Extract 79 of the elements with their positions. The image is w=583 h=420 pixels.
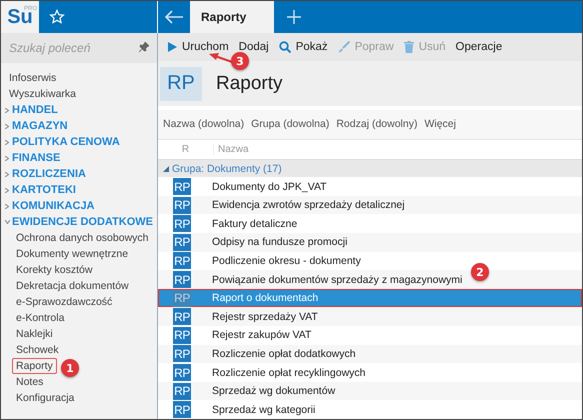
table-cell: Sprzedaż wg dokumentów: [212, 385, 336, 398]
report-icon: RP: [173, 345, 191, 362]
table-row[interactable]: RP Odpisy na fundusze promocji: [158, 233, 582, 252]
star-icon[interactable]: [49, 9, 65, 25]
sidebar-item[interactable]: e-Kontrola: [12, 310, 68, 326]
table-row[interactable]: RP Ewidencja zwrotów sprzedaży detalicznej: [158, 196, 582, 214]
sidebar-item[interactable]: Korekty kosztów: [12, 262, 96, 278]
report-icon: RP: [173, 290, 191, 307]
group-label: Grupa: Dokumenty (17): [172, 162, 282, 175]
table-cell: Odpisy na fundusze promocji: [212, 236, 348, 248]
caret-right-icon[interactable]: [5, 156, 9, 160]
sidebar-item[interactable]: Notes: [12, 374, 48, 390]
sidebar-item[interactable]: e-Sprawozdawczość: [12, 294, 116, 310]
table-row[interactable]: RP Rejestr zakupów VAT: [158, 326, 582, 345]
table-row[interactable]: RP Rejestr sprzedaży VAT: [158, 307, 582, 326]
table-row[interactable]: RP Rozliczenie opłat dodatkowych: [158, 344, 582, 364]
table-cell: Sprzedaż wg kategorii: [212, 404, 316, 416]
caret-right-icon[interactable]: [5, 124, 9, 128]
sidebar-item[interactable]: Naklejki: [12, 326, 57, 342]
table-row[interactable]: RP Rozliczenie opłat recyklingowych: [158, 363, 582, 382]
filter-button[interactable]: Więcej: [424, 118, 456, 130]
report-icon: RP: [173, 178, 191, 196]
report-badge: RP: [160, 66, 202, 101]
table-cell: Rozliczenie opłat dodatkowych: [212, 348, 356, 360]
plus-icon[interactable]: [287, 10, 302, 24]
sidebar-item[interactable]: Schowek: [12, 342, 63, 358]
table-cell: Faktury detaliczne: [212, 218, 298, 230]
table-cell: Rejestr sprzedaży VAT: [212, 310, 318, 323]
table-cell: Podliczenie okresu - dokumenty: [212, 254, 361, 267]
report-icon: RP: [173, 271, 191, 288]
search-input[interactable]: Szukaj poleceń: [9, 41, 139, 55]
report-icon: RP: [173, 252, 191, 270]
table-row[interactable]: RP Faktury detaliczne: [158, 214, 582, 234]
sidebar-item[interactable]: Dekretacja dokumentów: [12, 278, 133, 294]
caret-right-icon[interactable]: [5, 172, 9, 176]
report-icon: RP: [173, 196, 191, 214]
table-row[interactable]: RP Sprzedaż wg kategorii: [158, 400, 582, 419]
toolbar-button[interactable]: Operacje: [452, 39, 506, 56]
report-icon: RP: [173, 308, 191, 326]
sidebar-item[interactable]: Wyszukiwarka: [5, 86, 80, 102]
caret-down-icon[interactable]: [163, 166, 169, 172]
table-row[interactable]: RP Dokumenty do JPK_VAT: [158, 177, 582, 196]
table-cell: Raport o dokumentach: [212, 292, 318, 304]
report-icon: RP: [173, 364, 191, 382]
table-row[interactable]: RP Sprzedaż wg dokumentów: [158, 382, 582, 400]
sidebar-item[interactable]: Raporty: [12, 358, 57, 374]
tab[interactable]: Raporty: [190, 1, 274, 33]
caret-right-icon[interactable]: [5, 188, 9, 192]
brush-icon: [338, 41, 350, 54]
sidebar-item[interactable]: Konfiguracja: [12, 390, 78, 406]
table-cell: Dokumenty do JPK_VAT: [212, 180, 327, 193]
sidebar-item[interactable]: Ochrona danych osobowych: [12, 230, 152, 246]
sidebar-item[interactable]: Infoserwis: [5, 70, 60, 86]
sidebar-item[interactable]: Dokumenty wewnętrzne: [12, 246, 132, 262]
table-cell: Ewidencja zwrotów sprzedaży detalicznej: [212, 199, 405, 212]
caret-down-icon[interactable]: [5, 220, 10, 224]
report-icon: RP: [173, 215, 191, 232]
pin-icon[interactable]: [139, 42, 149, 52]
page-title: Raporty: [216, 72, 283, 95]
play-icon: [168, 42, 177, 52]
caret-right-icon[interactable]: [5, 204, 9, 208]
toolbar-button[interactable]: Pokaż: [274, 39, 332, 56]
report-icon: RP: [173, 234, 191, 251]
trash-icon: [404, 41, 414, 54]
filter-button[interactable]: Rodzaj (dowolny): [336, 118, 418, 130]
filter-button[interactable]: Grupa (dowolna): [251, 118, 330, 130]
table-cell: Rejestr zakupów VAT: [212, 329, 312, 342]
search-field[interactable]: Szukaj poleceń: [1, 33, 157, 63]
table-cell: Rozliczenie opłat recyklingowych: [212, 366, 366, 379]
toolbar-button[interactable]: Uruchom: [164, 39, 233, 56]
caret-right-icon[interactable]: [5, 108, 9, 112]
report-icon: RP: [173, 382, 191, 400]
search-icon: [278, 41, 291, 54]
report-icon: RP: [173, 401, 191, 418]
caret-right-icon[interactable]: [5, 140, 9, 144]
report-icon: RP: [173, 326, 191, 344]
filter-button[interactable]: Nazwa (dowolna): [163, 118, 244, 130]
table-cell: Powiązanie dokumentów sprzedaży z magazynowymi: [212, 274, 462, 286]
back-arrow-icon[interactable]: [164, 10, 184, 24]
